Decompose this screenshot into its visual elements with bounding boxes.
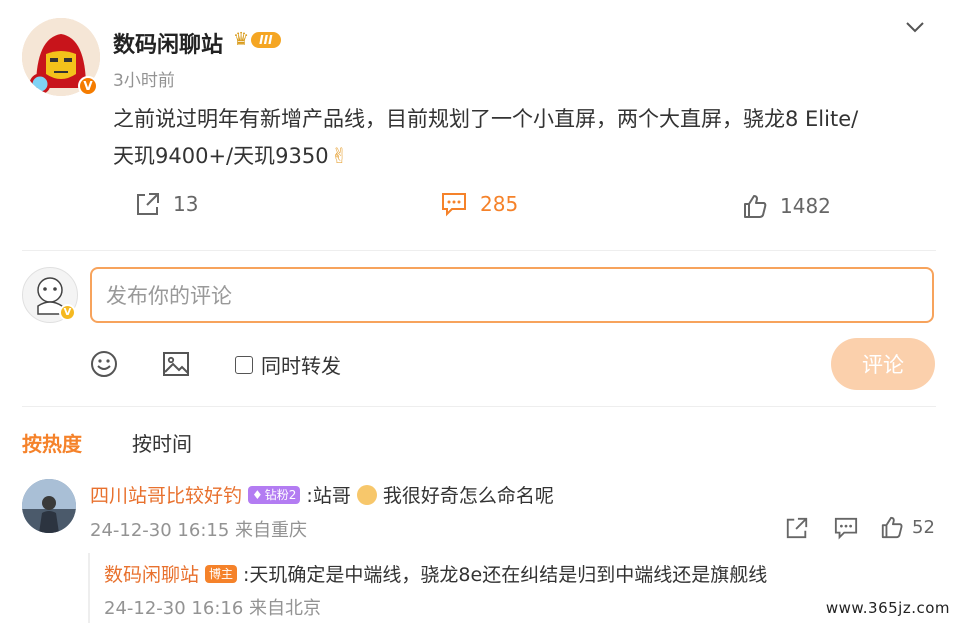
commenter-name[interactable]: 四川站哥比较好钓 xyxy=(90,481,242,508)
post-author-name[interactable]: 数码闲聊站 xyxy=(113,27,223,59)
chevron-down-icon[interactable] xyxy=(904,16,926,38)
also-repost-checkbox[interactable] xyxy=(235,355,253,374)
comment-input[interactable]: 发布你的评论 xyxy=(90,267,934,323)
post-text: 之前说过明年有新增产品线，目前规划了一个小直屏，两个大直屏，骁龙8 Elite/… xyxy=(113,101,858,175)
also-repost-label: 同时转发 xyxy=(261,354,341,378)
crown-icon: ♛ xyxy=(233,29,250,50)
image-upload-button[interactable] xyxy=(162,350,190,382)
watermark: www.365jz.com xyxy=(825,599,950,617)
verified-badge-icon: V xyxy=(59,304,76,321)
divider xyxy=(22,406,936,407)
repost-button[interactable]: 13 xyxy=(135,191,198,217)
emoji-button[interactable] xyxy=(90,350,118,382)
reply-author-name[interactable]: 数码闲聊站 xyxy=(104,560,199,587)
comment-meta: 24-12-30 16:15 来自重庆 xyxy=(90,520,308,541)
like-count: 1482 xyxy=(780,194,831,218)
repost-icon xyxy=(137,193,159,215)
comment-like-count: 52 xyxy=(912,516,935,538)
repost-icon xyxy=(786,517,808,539)
level-badge: ♛ III xyxy=(233,29,281,50)
like-button[interactable]: 1482 xyxy=(742,193,831,219)
tab-by-hot[interactable]: 按热度 xyxy=(22,428,82,457)
comment-repost-button[interactable] xyxy=(785,516,809,544)
verified-badge-icon: V xyxy=(78,76,98,96)
post-text-line: 天玑9400+/天玑9350 ✌ xyxy=(113,138,858,175)
diamond-icon: ♦ xyxy=(252,487,263,502)
thumbs-up-icon xyxy=(744,195,767,218)
also-repost-toggle[interactable]: 同时转发 xyxy=(235,350,341,379)
comment-input-placeholder: 发布你的评论 xyxy=(106,284,232,308)
victory-hand-emoji: ✌ xyxy=(330,144,349,168)
comment-text-suffix: 我很好奇怎么命名呢 xyxy=(382,485,554,507)
thumbs-up-icon xyxy=(881,516,903,539)
submit-comment-button[interactable]: 评论 xyxy=(831,338,935,390)
comment-icon xyxy=(834,517,858,540)
comment-button[interactable]: 285 xyxy=(440,191,518,217)
comment-icon xyxy=(442,193,466,217)
comment-reply-button[interactable] xyxy=(833,516,859,544)
dog-emoji xyxy=(356,484,377,505)
comment-like-button[interactable]: 52 xyxy=(880,515,935,539)
fan-badge: ♦ 钻粉2 xyxy=(248,485,301,504)
author-badge: 博主 xyxy=(205,564,238,583)
comment-count: 285 xyxy=(480,192,519,216)
tab-by-time[interactable]: 按时间 xyxy=(132,428,192,457)
comment-header: 四川站哥比较好钓 ♦ 钻粉2 :站哥 我很好奇怎么命名呢 xyxy=(90,481,554,508)
comment-text-prefix: :站哥 xyxy=(306,485,351,507)
post-text-line: 之前说过明年有新增产品线，目前规划了一个小直屏，两个大直屏，骁龙8 Elite/ xyxy=(113,107,859,131)
smiley-icon xyxy=(91,351,117,377)
post-time[interactable]: 3小时前 xyxy=(113,66,175,91)
commenter-avatar[interactable] xyxy=(22,479,76,533)
repost-count: 13 xyxy=(173,192,199,216)
reply-header: 数码闲聊站 博主 :天玑确定是中端线，骁龙8e还在纠结是归到中端线还是旗舰线 xyxy=(104,560,767,587)
divider xyxy=(22,250,936,251)
image-icon xyxy=(163,352,189,376)
reply-text: :天玑确定是中端线，骁龙8e还在纠结是归到中端线还是旗舰线 xyxy=(243,564,768,586)
reply-meta: 24-12-30 16:16 来自北京 xyxy=(104,598,322,619)
